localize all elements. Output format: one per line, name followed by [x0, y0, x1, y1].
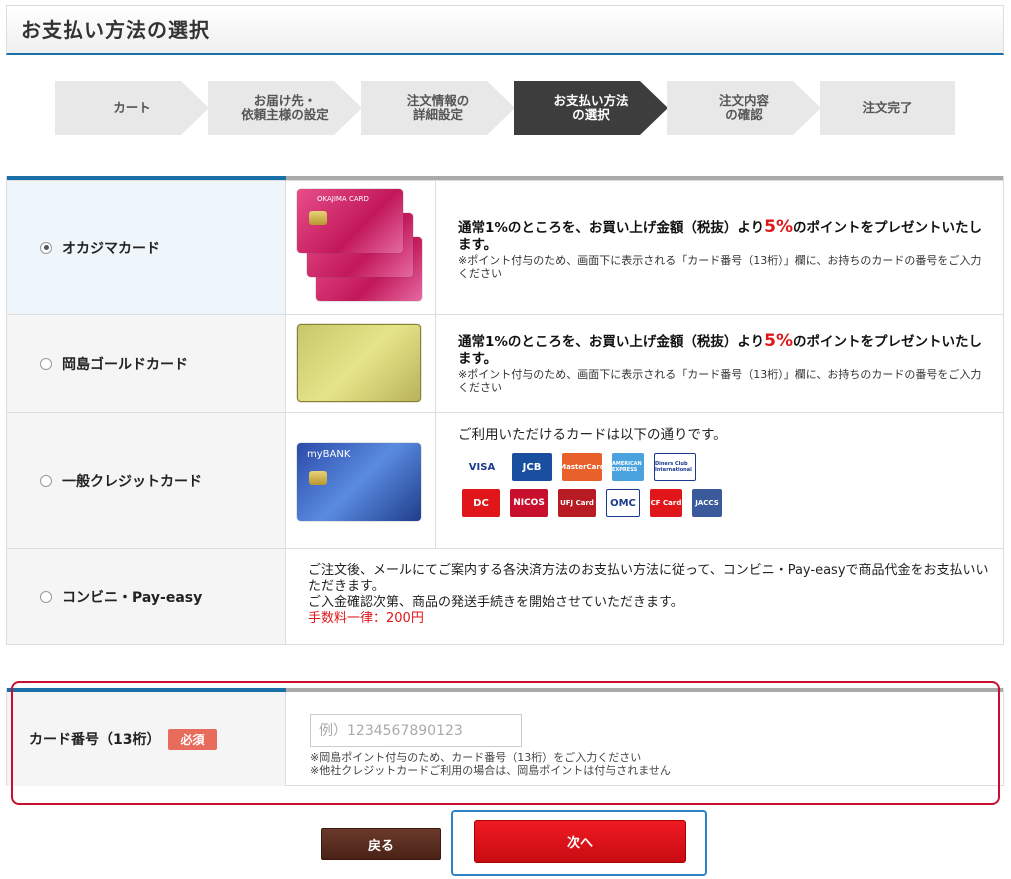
convenience-description: ご注文後、メールにてご案内する各決済方法のお支払い方法に従って、コンビニ・Pay…	[308, 563, 989, 626]
page-title: お支払い方法の選択	[21, 18, 210, 42]
card-number-note-1: ※岡島ポイント付与のため、カード番号（13桁）をご入力ください	[310, 751, 642, 764]
credit-brand-logos: VISA JCB MasterCard AMERICAN EXPRESS Din…	[462, 453, 989, 481]
gold-card-image	[286, 315, 436, 412]
step-complete: 注文完了	[820, 81, 955, 135]
next-button[interactable]: 次へ	[474, 820, 686, 863]
okajima-card-image: OKAJIMA CARD	[286, 181, 436, 314]
payment-label-okajima[interactable]: オカジマカード	[7, 181, 286, 314]
payment-label-credit[interactable]: 一般クレジットカード	[7, 413, 286, 548]
jaccs-logo: JACCS	[692, 489, 722, 517]
radio-okajima[interactable]	[40, 241, 52, 254]
mastercard-logo: MasterCard	[559, 453, 605, 481]
step-cart: カート	[55, 81, 209, 135]
payment-row-okajima[interactable]: オカジマカード OKAJIMA CARD 通常1%のところを、お買い上げ金額（税…	[7, 180, 1003, 314]
omc-logo: OMC	[606, 489, 640, 517]
step-shipping: お届け先・ 依頼主様の設定	[208, 81, 362, 135]
card-number-section: カード番号（13桁） 必須 ※岡島ポイント付与のため、カード番号（13桁）をご入…	[6, 688, 1004, 786]
payment-row-gold[interactable]: 岡島ゴールドカード 通常1%のところを、お買い上げ金額（税抜）より5%のポイント…	[7, 314, 1003, 412]
payment-row-convenience[interactable]: コンビニ・Pay-easy ご注文後、メールにてご案内する各決済方法のお支払い方…	[7, 548, 1003, 644]
payment-label-gold[interactable]: 岡島ゴールドカード	[7, 315, 286, 412]
payment-row-credit[interactable]: 一般クレジットカード myBANK ご利用いただけるカードは以下の通りです。 V…	[7, 412, 1003, 548]
convenience-fee: 手数料一律：200円	[308, 611, 424, 626]
okajima-description: 通常1%のところを、お買い上げ金額（税抜）より5%のポイントをプレゼントいたしま…	[458, 217, 983, 281]
card-number-label: カード番号（13桁） 必須	[7, 692, 286, 786]
payment-label-convenience[interactable]: コンビニ・Pay-easy	[7, 549, 286, 644]
card-number-input[interactable]	[310, 714, 522, 747]
amex-logo: AMERICAN EXPRESS	[612, 453, 644, 481]
card-number-note-2: ※他社クレジットカードご利用の場合は、岡島ポイントは付与されません	[310, 764, 671, 777]
visa-logo: VISA	[468, 461, 496, 473]
step-payment: お支払い方法 の選択	[514, 81, 668, 135]
payment-method-table: オカジマカード OKAJIMA CARD 通常1%のところを、お買い上げ金額（税…	[6, 176, 1004, 645]
radio-gold[interactable]	[40, 357, 52, 370]
checkout-steps: カート お届け先・ 依頼主様の設定 注文情報の 詳細設定 お支払い方法 の選択 …	[55, 81, 955, 135]
back-button[interactable]: 戻る	[321, 828, 441, 860]
cf-logo: CF Card	[650, 489, 682, 517]
dc-logo: DC	[462, 489, 500, 517]
required-badge: 必須	[168, 728, 217, 750]
page-header: お支払い方法の選択	[6, 5, 1004, 55]
radio-credit[interactable]	[40, 474, 52, 487]
ufj-logo: UFJ Card	[558, 489, 596, 517]
nicos-logo: NICOS	[510, 489, 548, 517]
diners-logo: Diners Club International	[654, 453, 696, 481]
credit-description: ご利用いただけるカードは以下の通りです。 VISA JCB MasterCard…	[436, 413, 1003, 548]
radio-convenience[interactable]	[40, 590, 52, 603]
step-confirm: 注文内容 の確認	[667, 81, 821, 135]
credit-card-image: myBANK	[286, 413, 436, 548]
gold-description: 通常1%のところを、お買い上げ金額（税抜）より5%のポイントをプレゼントいたしま…	[458, 331, 983, 395]
step-order-details: 注文情報の 詳細設定	[361, 81, 515, 135]
jcb-logo: JCB	[512, 453, 552, 481]
